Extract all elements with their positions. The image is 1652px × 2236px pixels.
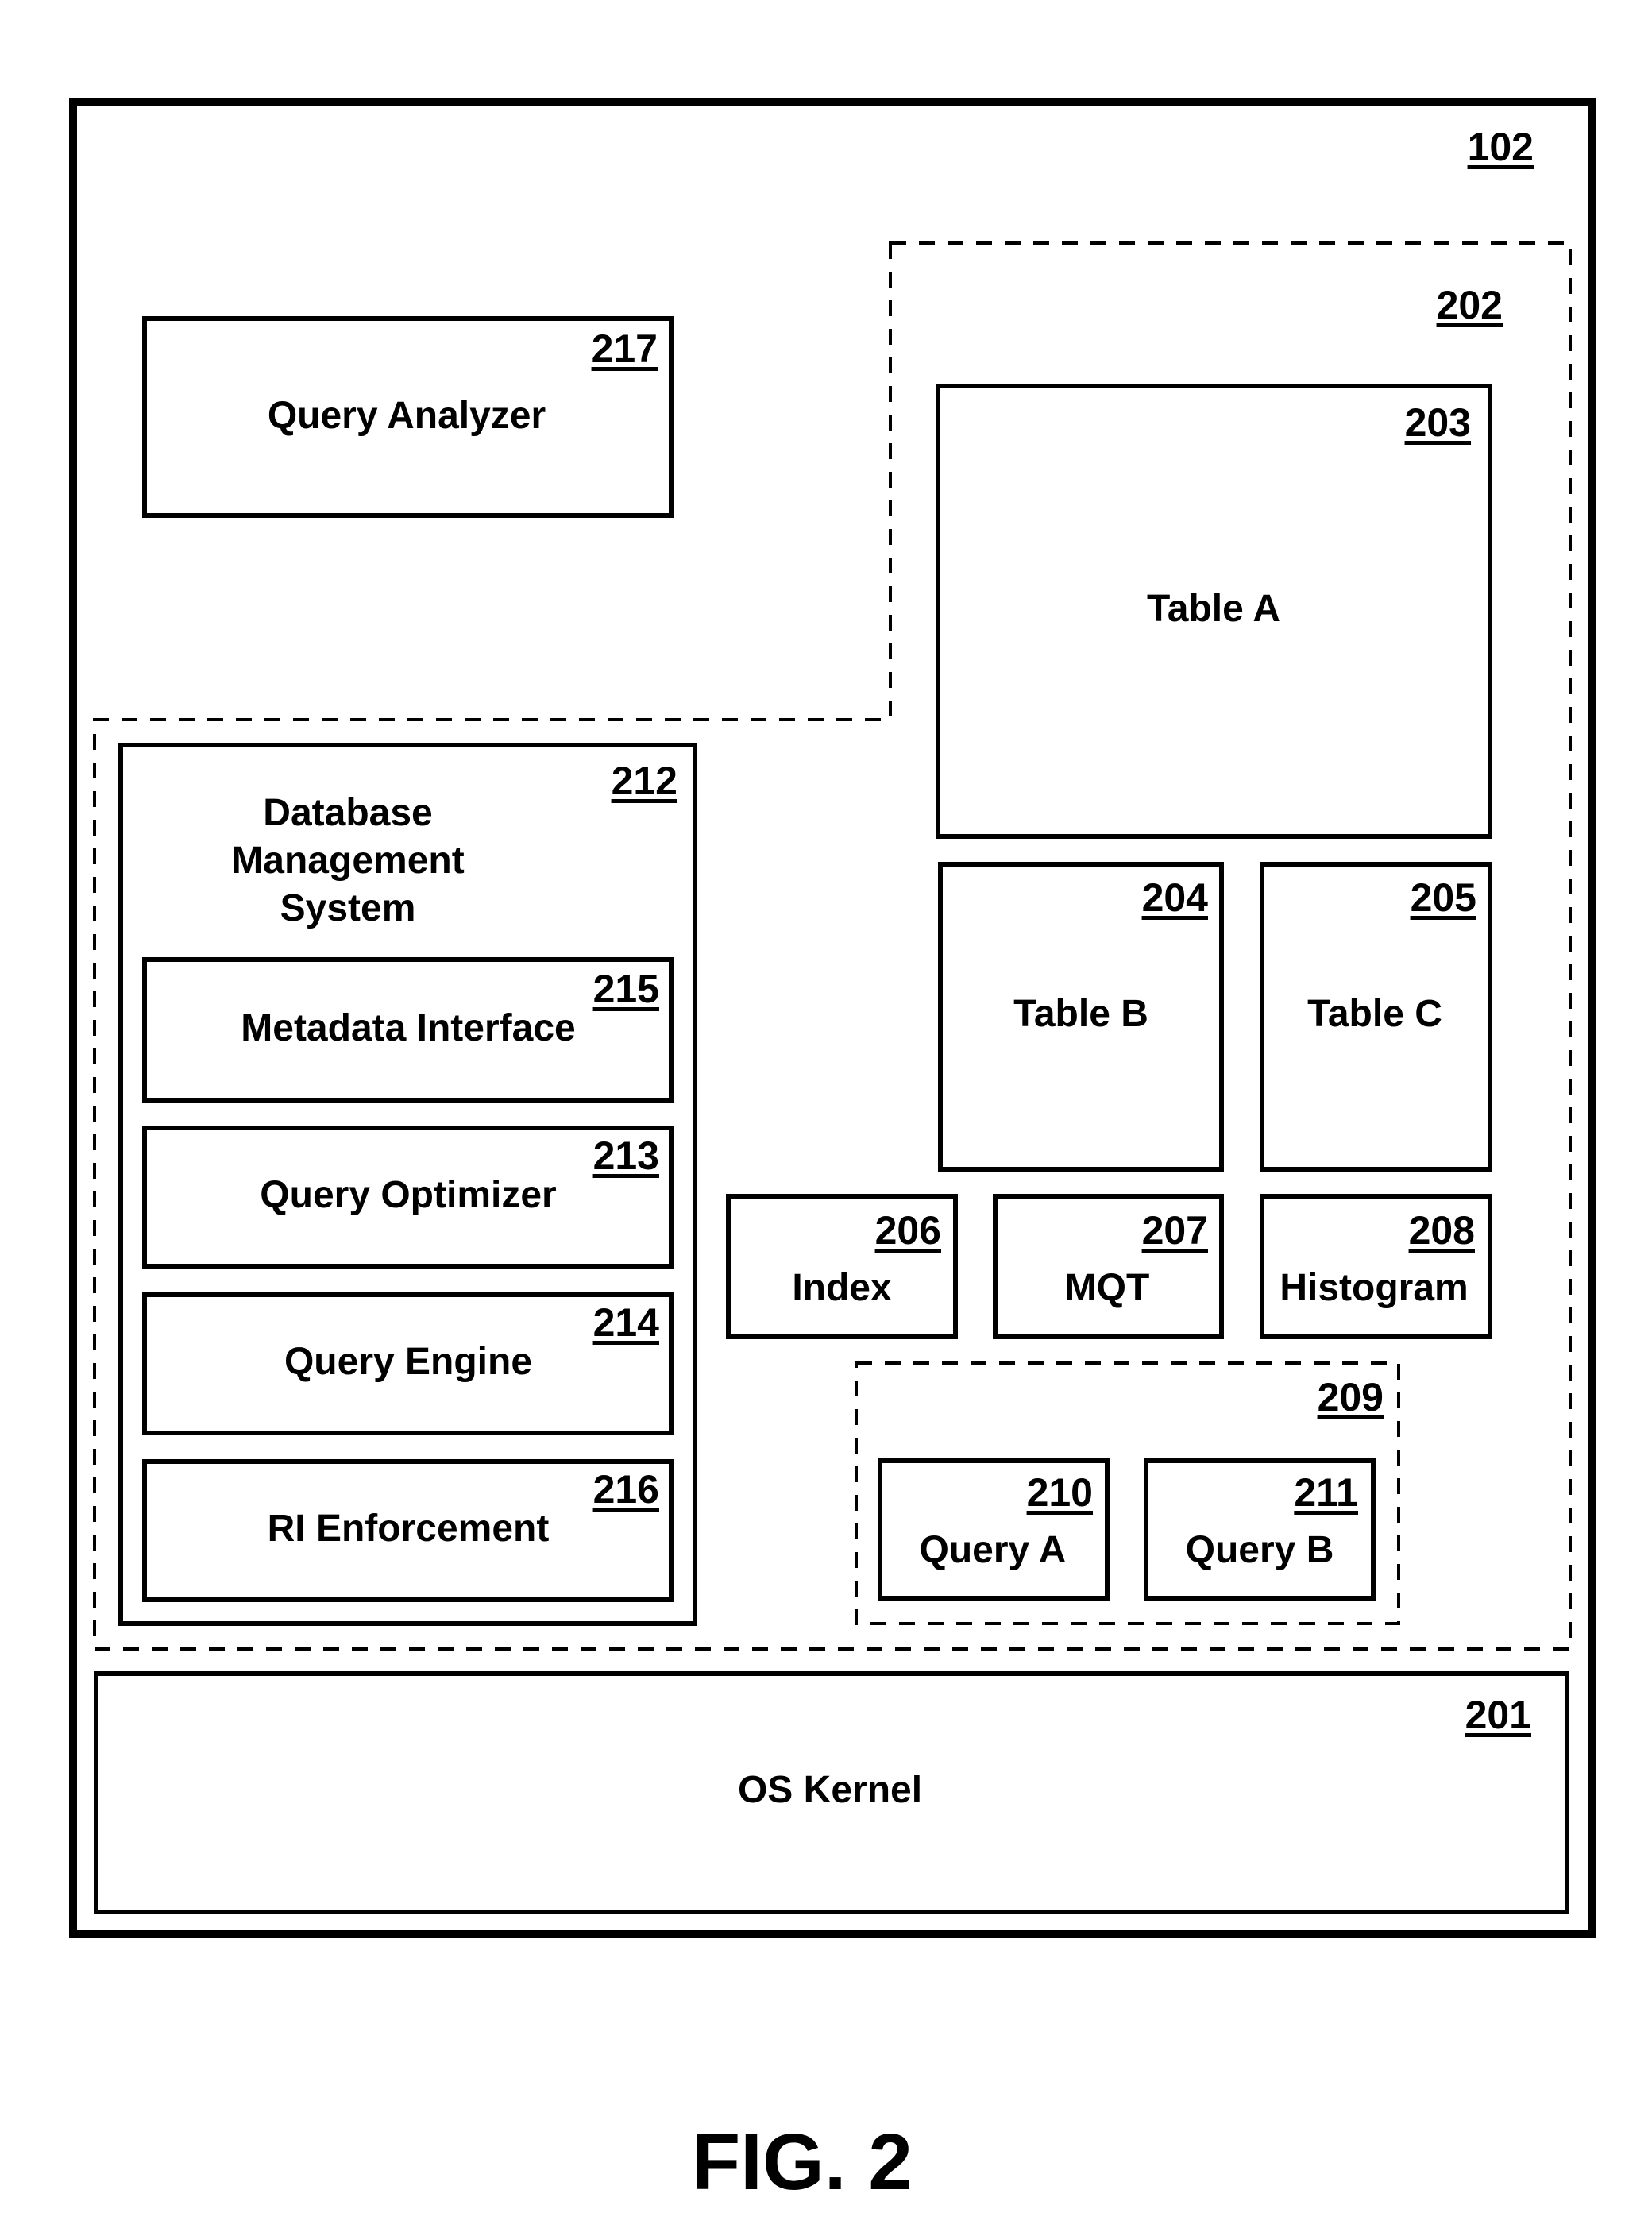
dbms-label-line-2: Management xyxy=(231,840,465,882)
query-optimizer-label: Query Optimizer xyxy=(260,1174,557,1216)
memory-region-ref: 202 xyxy=(1436,283,1503,327)
query-engine-ref: 214 xyxy=(592,1300,659,1345)
query-analyzer-ref: 217 xyxy=(591,326,658,371)
query-b-label: Query B xyxy=(1185,1529,1334,1571)
query-b-ref: 211 xyxy=(1294,1470,1358,1515)
computer-system-ref: 102 xyxy=(1467,125,1534,169)
table-b-label: Table B xyxy=(1013,993,1148,1035)
os-kernel-ref: 201 xyxy=(1465,1693,1531,1737)
mqt-ref: 207 xyxy=(1141,1208,1208,1253)
table-c-label: Table C xyxy=(1307,993,1442,1035)
table-b-ref: 204 xyxy=(1141,875,1208,920)
dbms-label-line-3: System xyxy=(280,887,416,929)
figure-caption: FIG. 2 xyxy=(692,2118,913,2207)
dbms-label-line-1: Database xyxy=(263,792,433,834)
ri-enforcement-ref: 216 xyxy=(592,1467,659,1512)
queries-group-ref: 209 xyxy=(1317,1375,1384,1419)
table-c-ref: 205 xyxy=(1410,875,1476,920)
histogram-ref: 208 xyxy=(1408,1208,1475,1253)
index-label: Index xyxy=(792,1267,892,1309)
table-a-label: Table A xyxy=(1146,588,1281,630)
query-engine-label: Query Engine xyxy=(284,1341,533,1383)
table-a-ref: 203 xyxy=(1404,400,1471,445)
query-a-ref: 210 xyxy=(1026,1470,1093,1515)
index-ref: 206 xyxy=(874,1208,941,1253)
os-kernel-label: OS Kernel xyxy=(737,1769,923,1811)
metadata-interface-ref: 215 xyxy=(592,967,659,1011)
query-analyzer-label: Query Analyzer xyxy=(267,395,546,437)
query-a-label: Query A xyxy=(919,1529,1067,1571)
histogram-label: Histogram xyxy=(1280,1267,1469,1309)
ri-enforcement-label: RI Enforcement xyxy=(267,1508,550,1550)
dbms-ref: 212 xyxy=(611,759,677,803)
query-optimizer-ref: 213 xyxy=(592,1133,659,1178)
metadata-interface-label: Metadata Interface xyxy=(241,1007,576,1049)
mqt-label: MQT xyxy=(1064,1267,1150,1309)
